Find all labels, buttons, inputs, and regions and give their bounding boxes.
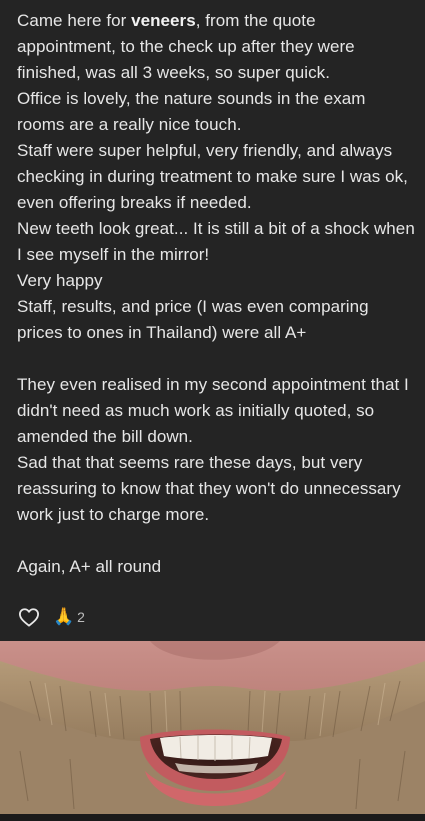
review-paragraph-reassuring: Sad that that seems rare these days, but… <box>17 453 401 524</box>
bottom-divider <box>0 814 425 821</box>
pray-reaction-button[interactable]: 🙏 2 <box>53 607 85 627</box>
review-paragraph-office: Office is lovely, the nature sounds in t… <box>17 89 366 134</box>
review-paragraph-price: Staff, results, and price (I was even co… <box>17 297 369 342</box>
reaction-count: 2 <box>77 609 85 625</box>
review-paragraph-happy: Very happy <box>17 271 103 290</box>
review-paragraph-again: Again, A+ all round <box>17 557 162 576</box>
review-paragraph-teeth: New teeth look great... It is still a bi… <box>17 219 415 264</box>
review-paragraph-staff: Staff were super helpful, very friendly,… <box>17 141 408 212</box>
pray-emoji-icon: 🙏 <box>53 607 75 626</box>
review-paragraph-veneers: Came here for veneers, from the quote ap… <box>17 8 417 86</box>
review-text: Came here for veneers, from the quote ap… <box>17 8 417 580</box>
review-paragraph-bill: They even realised in my second appointm… <box>17 375 409 446</box>
review-text-segment: Came here for <box>17 11 132 30</box>
reaction-bar: 🙏 2 <box>17 602 85 632</box>
review-keyword-veneers: veneers <box>131 11 196 30</box>
review-photo[interactable] <box>0 641 425 814</box>
heart-outline-icon[interactable] <box>17 605 41 629</box>
